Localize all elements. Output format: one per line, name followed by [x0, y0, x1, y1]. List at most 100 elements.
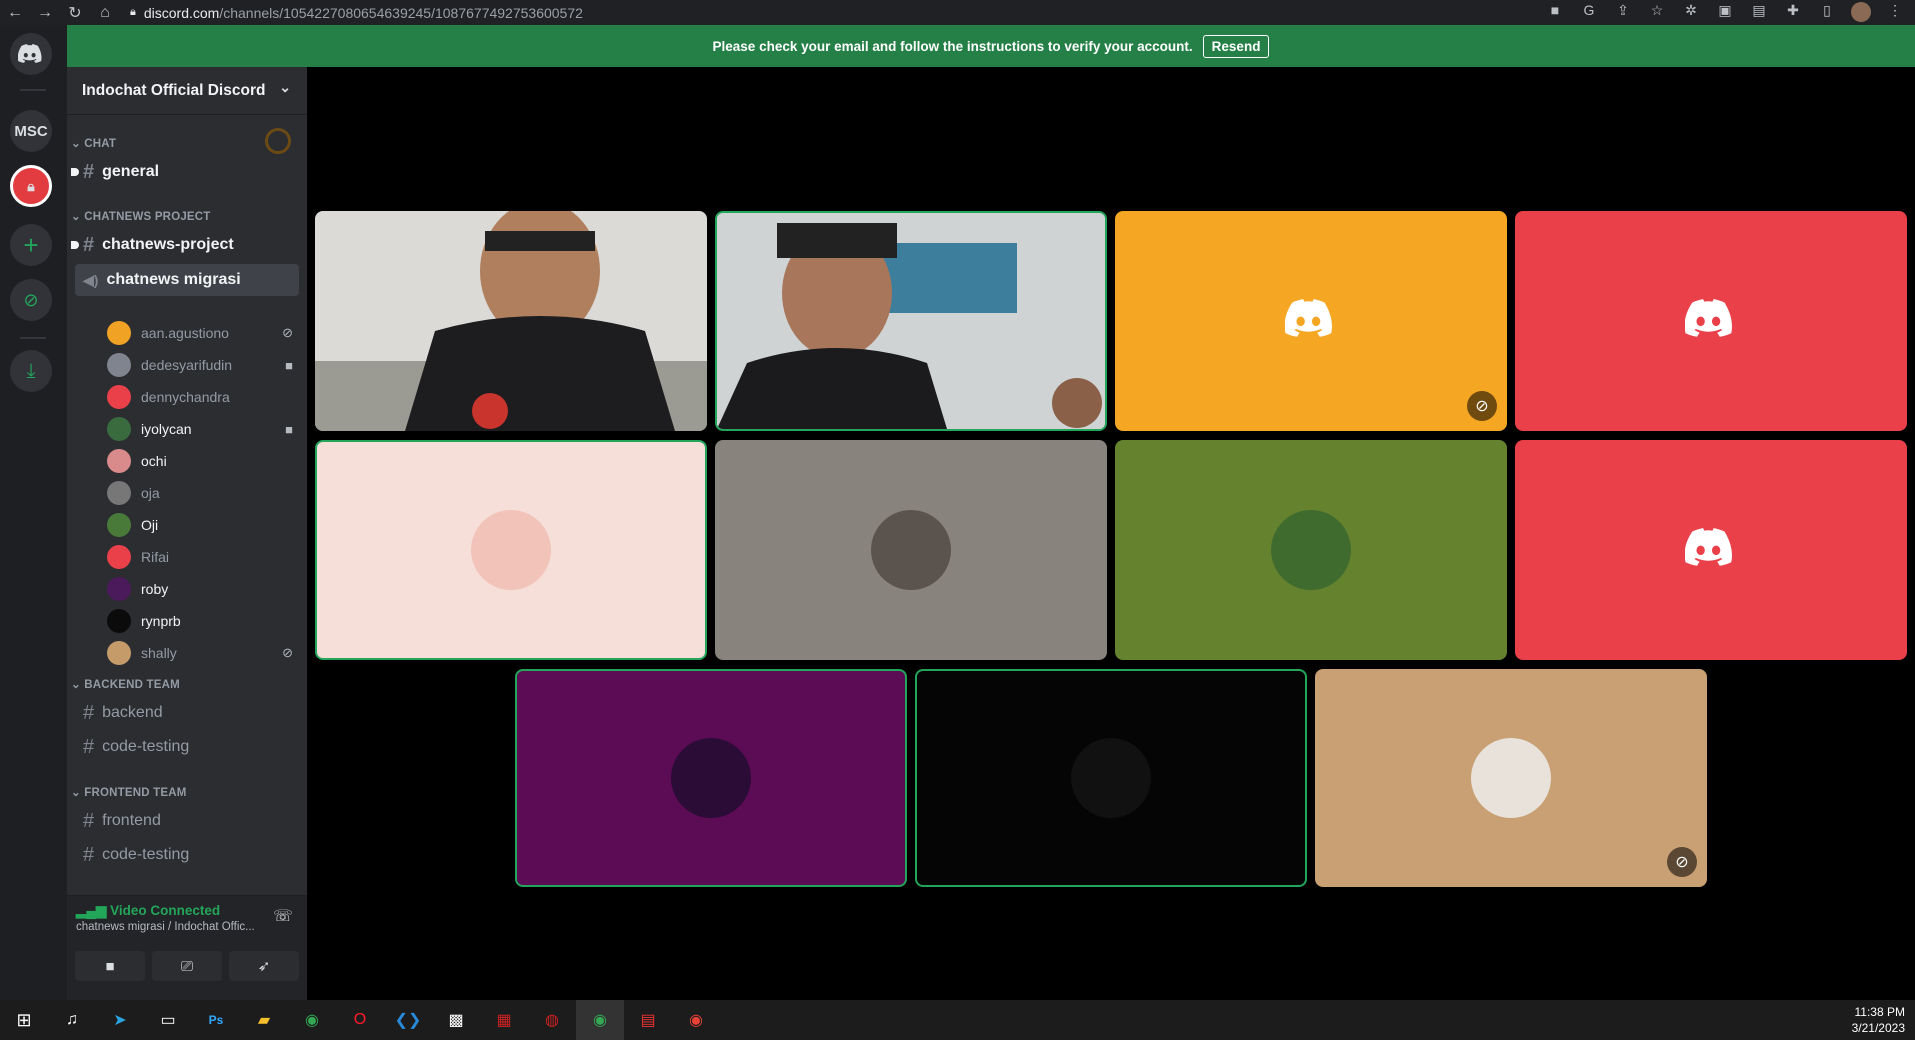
category-chatnews-project[interactable]: ⌄ CHATNEWS PROJECT: [71, 209, 211, 223]
voice-user-dedesyarifudin[interactable]: dedesyarifudin ■: [107, 350, 299, 380]
resend-button[interactable]: Resend: [1202, 34, 1270, 58]
server-name: Indochat Official Discord: [82, 81, 266, 99]
verify-email-banner: Please check your email and follow the i…: [67, 25, 1915, 67]
category-chat[interactable]: ⌄ CHAT: [71, 136, 116, 150]
voice-user-iyolycan[interactable]: iyolycan ■: [107, 414, 299, 444]
activity-button[interactable]: ➶: [229, 951, 299, 981]
voice-user-shally[interactable]: shally ⊘: [107, 638, 299, 668]
video-tile-rifai[interactable]: [1515, 440, 1907, 660]
profile-avatar[interactable]: [1851, 2, 1871, 22]
opera-icon[interactable]: O: [336, 1000, 384, 1040]
user-name: rynprb: [141, 613, 181, 629]
voice-user-aan-agustiono[interactable]: aan.agustiono ⊘: [107, 318, 299, 348]
voice-user-roby[interactable]: roby: [107, 574, 299, 604]
network-tool-icon[interactable]: ▩: [432, 1000, 480, 1040]
guild-indochat[interactable]: 🔒︎: [10, 165, 52, 207]
telegram-icon[interactable]: ➤: [96, 1000, 144, 1040]
voice-user-rifai[interactable]: Rifai: [107, 542, 299, 572]
divider: [20, 89, 46, 91]
category-label: CHAT: [84, 138, 117, 150]
channel-frontend[interactable]: # frontend: [75, 805, 299, 837]
guild-msc[interactable]: MSC: [10, 110, 52, 152]
address-bar[interactable]: 🔒︎ discord.com/channels/1054227080654639…: [130, 5, 583, 21]
menu-kebab-icon[interactable]: ⋮: [1885, 2, 1905, 22]
browser-actions: ■ G ⇪ ☆ ✲ ▣ ▤ ✚ ▯ ⋮: [1545, 2, 1905, 22]
discord-home-icon[interactable]: [10, 33, 52, 75]
video-tile-shally[interactable]: ⊘: [1315, 669, 1707, 887]
channel-code-testing-frontend[interactable]: # code-testing: [75, 839, 299, 871]
extension-gear-icon[interactable]: ✲: [1681, 2, 1701, 22]
voice-user-rynprb[interactable]: rynprb: [107, 606, 299, 636]
camera-icon: ■: [105, 957, 115, 975]
category-frontend-team[interactable]: ⌄ FRONTEND TEAM: [71, 785, 187, 799]
disconnect-icon[interactable]: ☏: [273, 906, 293, 926]
browser-toolbar: ← → ↻ ⌂ 🔒︎ discord.com/channels/10542270…: [0, 0, 1915, 25]
video-tile-camera-speaking[interactable]: [715, 211, 1107, 431]
video-tile-ochi[interactable]: [315, 440, 707, 660]
file-explorer-icon[interactable]: ▰: [240, 1000, 288, 1040]
discord-logo-icon: [1684, 298, 1737, 344]
music-app-icon[interactable]: ♫: [48, 1000, 96, 1040]
channel-backend[interactable]: # backend: [75, 697, 299, 729]
gpu-tool-icon[interactable]: ▦: [480, 1000, 528, 1040]
screen-share-icon: ⎚: [180, 957, 193, 975]
voice-status-title: ▂▄▆ Video Connected: [76, 903, 220, 919]
gpu-monitor-icon[interactable]: ◍: [528, 1000, 576, 1040]
camera-toggle-button[interactable]: ■: [75, 951, 145, 981]
share-icon[interactable]: ⇪: [1613, 2, 1633, 22]
channel-chatnews-project[interactable]: # chatnews-project: [71, 229, 299, 261]
user-name: roby: [141, 581, 169, 597]
extension-off-icon[interactable]: ▤: [1749, 2, 1769, 22]
video-tile-oji[interactable]: [1115, 440, 1507, 660]
voice-user-oji[interactable]: Oji: [107, 510, 299, 540]
user-name: Oji: [141, 517, 159, 533]
video-tile-rynprb[interactable]: [915, 669, 1307, 887]
video-tile-dennychandra[interactable]: [1515, 211, 1907, 431]
terminal-icon[interactable]: ▭: [144, 1000, 192, 1040]
reload-icon[interactable]: ↻: [60, 3, 90, 23]
home-icon[interactable]: ⌂: [90, 4, 120, 22]
channel-code-testing-backend[interactable]: # code-testing: [75, 731, 299, 763]
avatar: [871, 510, 951, 590]
photoshop-icon[interactable]: Ps: [192, 1000, 240, 1040]
camera-icon: ■: [285, 421, 293, 437]
camera-icon[interactable]: ■: [1545, 2, 1565, 22]
star-icon[interactable]: ☆: [1647, 2, 1667, 22]
server-header[interactable]: Indochat Official Discord ⌄: [67, 67, 307, 115]
forward-icon[interactable]: →: [30, 4, 60, 22]
voice-status-subtitle[interactable]: chatnews migrasi / Indochat Offic...: [76, 921, 276, 933]
video-master-icon[interactable]: ▤: [624, 1000, 672, 1040]
chrome-profile-icon[interactable]: ◉: [672, 1000, 720, 1040]
video-tile-oja[interactable]: [715, 440, 1107, 660]
screen-share-button[interactable]: ⎚: [152, 951, 222, 981]
video-tile-aan[interactable]: ⊘: [1115, 211, 1507, 431]
puzzle-icon[interactable]: ✚: [1783, 2, 1803, 22]
avatar: [1271, 510, 1351, 590]
category-backend-team[interactable]: ⌄ BACKEND TEAM: [71, 677, 180, 691]
sidepanel-icon[interactable]: ▯: [1817, 2, 1837, 22]
channel-general[interactable]: # general: [71, 156, 299, 188]
chrome-icon[interactable]: ◉: [288, 1000, 336, 1040]
loading-spinner-icon: [265, 128, 291, 154]
chrome-active-icon[interactable]: ◉: [576, 1000, 624, 1040]
google-icon[interactable]: G: [1579, 2, 1599, 22]
extension-new-icon[interactable]: ▣: [1715, 2, 1735, 22]
divider: [20, 337, 46, 339]
voice-user-ochi[interactable]: ochi: [107, 446, 299, 476]
url-domain: discord.com: [143, 4, 220, 21]
voice-user-dennychandra[interactable]: dennychandra: [107, 382, 299, 412]
voice-user-oja[interactable]: oja: [107, 478, 299, 508]
video-tile-camera[interactable]: [315, 211, 707, 431]
explore-compass-icon[interactable]: ⊘: [10, 279, 52, 321]
hash-icon: #: [83, 809, 95, 832]
video-tile-roby[interactable]: [515, 669, 907, 887]
voice-channel-chatnews-migrasi[interactable]: ◀︎) chatnews migrasi: [75, 264, 299, 296]
channel-label: general: [102, 163, 160, 180]
add-server-icon[interactable]: +: [10, 224, 52, 266]
taskbar-clock[interactable]: 11:38 PM 3/21/2023: [1852, 1004, 1905, 1036]
user-name: iyolycan: [141, 421, 192, 437]
vscode-icon[interactable]: ❮❯: [384, 1000, 432, 1040]
download-icon[interactable]: ⤓: [10, 350, 52, 392]
back-icon[interactable]: ←: [0, 4, 30, 22]
windows-start-icon[interactable]: ⊞: [0, 1000, 48, 1040]
